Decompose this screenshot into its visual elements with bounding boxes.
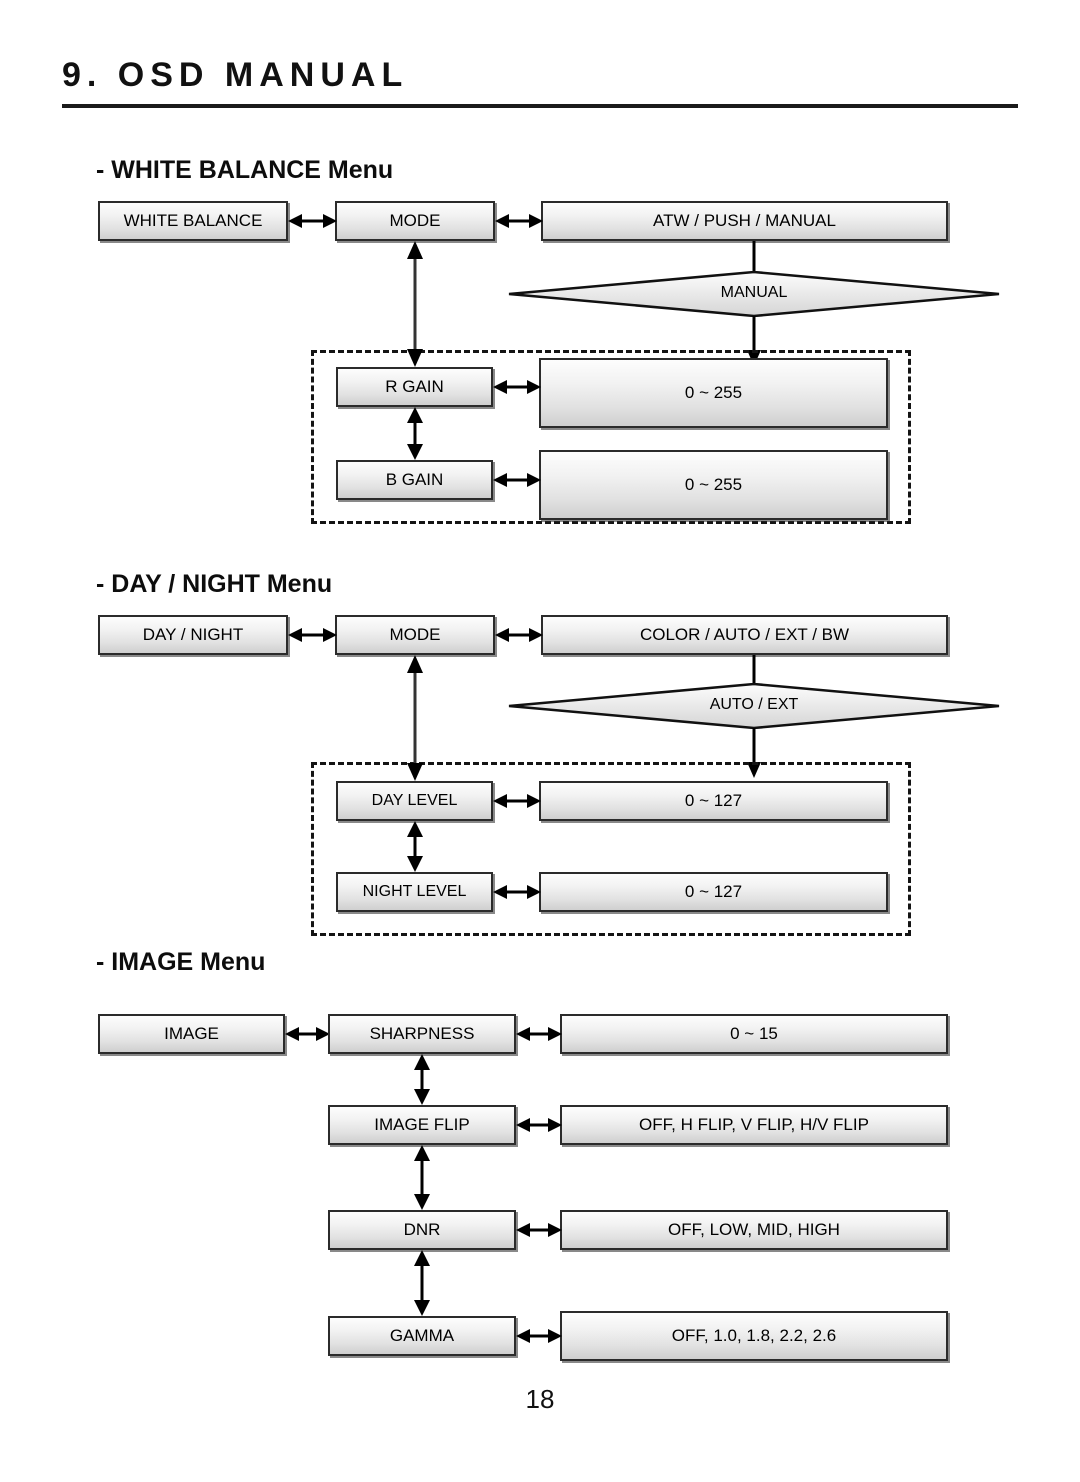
- arrow-img-sharpness-value: [516, 1025, 562, 1043]
- node-wb-r-gain[interactable]: R GAIN: [336, 367, 493, 407]
- node-image-sharpness-value[interactable]: 0 ~ 15: [560, 1014, 948, 1054]
- node-dn-day-level-value[interactable]: 0 ~ 127: [539, 781, 888, 821]
- node-wb-b-gain[interactable]: B GAIN: [336, 460, 493, 500]
- section-heading-day-night: - DAY / NIGHT Menu: [96, 570, 333, 598]
- node-wb-r-gain-value[interactable]: 0 ~ 255: [539, 358, 888, 428]
- node-white-balance-mode-values[interactable]: ATW / PUSH / MANUAL: [541, 201, 948, 241]
- page-title: 9. OSD MANUAL: [62, 56, 409, 94]
- arrow-dn-daylevel-value: [493, 792, 541, 810]
- arrow-dn-mode-values: [495, 626, 543, 644]
- node-image-root[interactable]: IMAGE: [98, 1014, 285, 1054]
- node-image-gamma-value[interactable]: OFF, 1.0, 1.8, 2.2, 2.6: [560, 1311, 948, 1361]
- node-day-night-root[interactable]: DAY / NIGHT: [98, 615, 288, 655]
- arrow-wb-root-mode: [288, 212, 337, 230]
- node-white-balance-mode[interactable]: MODE: [335, 201, 495, 241]
- node-white-balance-root[interactable]: WHITE BALANCE: [98, 201, 288, 241]
- node-image-flip-value[interactable]: OFF, H FLIP, V FLIP, H/V FLIP: [560, 1105, 948, 1145]
- arrow-img-flip-value: [516, 1116, 562, 1134]
- arrow-img-root-sharpness: [285, 1025, 330, 1043]
- arrow-wb-rgain-bgain: [407, 407, 423, 460]
- arrow-img-gamma-value: [516, 1327, 562, 1345]
- decision-diamond-auto-ext: AUTO / EXT: [508, 683, 1000, 729]
- arrow-wb-rgain-value: [493, 378, 541, 396]
- node-image-gamma[interactable]: GAMMA: [328, 1316, 516, 1356]
- node-dn-night-level[interactable]: NIGHT LEVEL: [336, 872, 493, 912]
- arrow-dn-mode-daylevel: [407, 655, 423, 781]
- node-wb-b-gain-value[interactable]: 0 ~ 255: [539, 450, 888, 520]
- arrow-img-dnr-gamma: [414, 1250, 430, 1316]
- page-number: 18: [525, 1384, 555, 1414]
- decision-diamond-manual: MANUAL: [508, 271, 1000, 317]
- arrow-img-sharpness-flip: [414, 1054, 430, 1105]
- arrow-wb-mode-values: [495, 212, 543, 230]
- arrow-dn-nightlevel-value: [493, 883, 541, 901]
- arrow-wb-bgain-value: [493, 471, 541, 489]
- node-day-night-mode[interactable]: MODE: [335, 615, 495, 655]
- title-underline-rule: [62, 104, 1018, 108]
- line-dn-values-to-diamond: [752, 655, 756, 685]
- section-heading-white-balance: - WHITE BALANCE Menu: [96, 156, 394, 184]
- arrow-dn-daylevel-nightlevel: [407, 821, 423, 872]
- node-dn-night-level-value[interactable]: 0 ~ 127: [539, 872, 888, 912]
- line-wb-values-to-diamond: [752, 241, 756, 273]
- arrow-dn-root-mode: [288, 626, 337, 644]
- section-heading-image: - IMAGE Menu: [96, 948, 266, 976]
- node-day-night-mode-values[interactable]: COLOR / AUTO / EXT / BW: [541, 615, 948, 655]
- node-dn-day-level[interactable]: DAY LEVEL: [336, 781, 493, 821]
- node-image-flip[interactable]: IMAGE FLIP: [328, 1105, 516, 1145]
- node-image-dnr[interactable]: DNR: [328, 1210, 516, 1250]
- node-image-dnr-value[interactable]: OFF, LOW, MID, HIGH: [560, 1210, 948, 1250]
- arrow-img-dnr-value: [516, 1221, 562, 1239]
- node-image-sharpness[interactable]: SHARPNESS: [328, 1014, 516, 1054]
- arrow-wb-mode-rgain: [407, 241, 423, 367]
- arrow-img-flip-dnr: [414, 1145, 430, 1210]
